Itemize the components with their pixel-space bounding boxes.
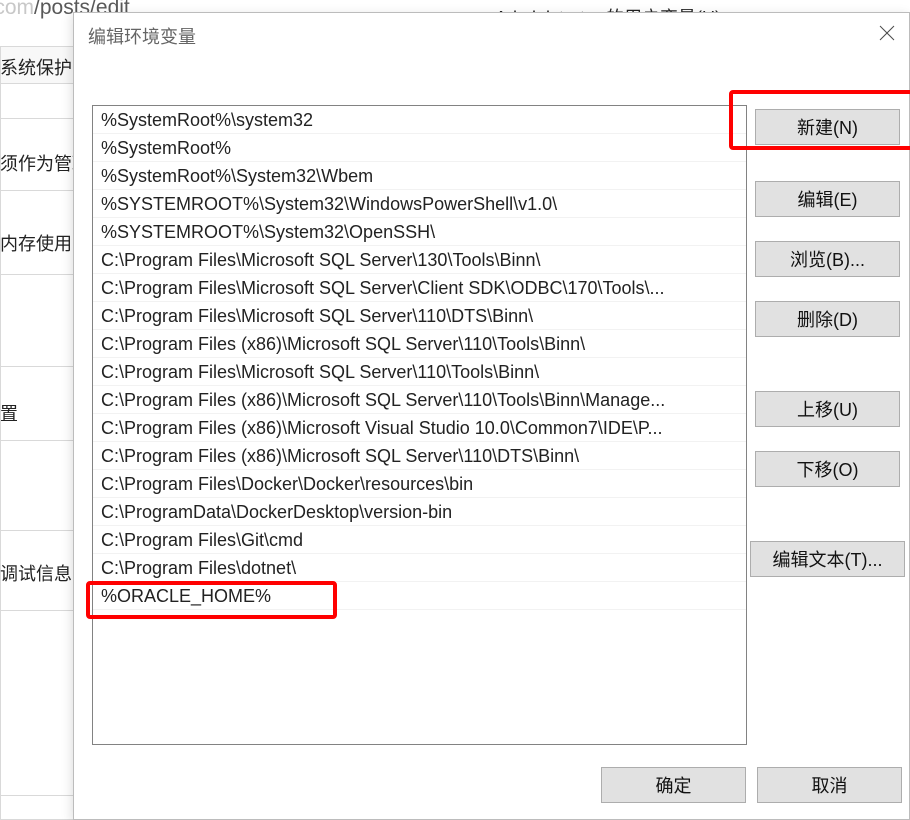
list-item[interactable]: C:\Program Files\Microsoft SQL Server\11… [93, 302, 746, 330]
edit-env-var-dialog: 编辑环境变量 %SystemRoot%\system32 %SystemRoot… [73, 12, 910, 820]
cancel-button[interactable]: 取消 [757, 767, 902, 803]
close-icon [878, 24, 896, 47]
path-listbox[interactable]: %SystemRoot%\system32 %SystemRoot% %Syst… [92, 105, 747, 745]
titlebar: 编辑环境变量 [74, 13, 909, 53]
list-item[interactable]: C:\Program Files (x86)\Microsoft SQL Ser… [93, 442, 746, 470]
list-item[interactable]: %SystemRoot%\System32\Wbem [93, 162, 746, 190]
browse-button[interactable]: 浏览(B)... [755, 241, 900, 277]
background: logs.com/posts/edit 系统保护 须作为管理 内存使用 置 调试… [0, 0, 910, 820]
bg-left-panel [0, 84, 80, 820]
list-item[interactable]: C:\Program Files (x86)\Microsoft Visual … [93, 414, 746, 442]
bg-divider [0, 610, 80, 611]
list-item[interactable]: C:\Program Files (x86)\Microsoft SQL Ser… [93, 386, 746, 414]
new-button[interactable]: 新建(N) [755, 109, 900, 145]
list-item[interactable]: C:\Program Files\Microsoft SQL Server\Cl… [93, 274, 746, 302]
move-down-button[interactable]: 下移(O) [755, 451, 900, 487]
close-button[interactable] [873, 21, 901, 49]
bg-divider [0, 530, 80, 531]
bg-divider [0, 795, 80, 796]
ok-button[interactable]: 确定 [601, 767, 746, 803]
list-item[interactable]: C:\Program Files (x86)\Microsoft SQL Ser… [93, 330, 746, 358]
list-item[interactable]: %SYSTEMROOT%\System32\WindowsPowerShell\… [93, 190, 746, 218]
list-item[interactable]: C:\ProgramData\DockerDesktop\version-bin [93, 498, 746, 526]
list-item[interactable]: %ORACLE_HOME% [93, 582, 746, 610]
list-item[interactable]: C:\Program Files\Microsoft SQL Server\11… [93, 358, 746, 386]
list-item[interactable]: %SYSTEMROOT%\System32\OpenSSH\ [93, 218, 746, 246]
list-item[interactable]: C:\Program Files\Git\cmd [93, 526, 746, 554]
bg-divider [0, 118, 80, 119]
list-item[interactable]: C:\Program Files\dotnet\ [93, 554, 746, 582]
edit-button[interactable]: 编辑(E) [755, 181, 900, 217]
bg-tab-label: 系统保护 [0, 54, 72, 80]
bg-divider [0, 190, 80, 191]
list-item[interactable]: %SystemRoot% [93, 134, 746, 162]
dialog-title: 编辑环境变量 [88, 23, 196, 49]
edit-text-button[interactable]: 编辑文本(T)... [750, 541, 905, 577]
list-item[interactable]: C:\Program Files\Docker\Docker\resources… [93, 470, 746, 498]
bg-left-label: 置 [0, 400, 18, 426]
bg-divider [0, 274, 80, 275]
move-up-button[interactable]: 上移(U) [755, 391, 900, 427]
bg-divider [0, 440, 80, 441]
delete-button[interactable]: 删除(D) [755, 301, 900, 337]
bg-left-label: 内存使用 [0, 230, 72, 256]
list-item[interactable]: %SystemRoot%\system32 [93, 106, 746, 134]
bg-divider [0, 366, 80, 367]
list-item[interactable]: C:\Program Files\Microsoft SQL Server\13… [93, 246, 746, 274]
bg-left-label: 调试信息 [0, 560, 72, 586]
